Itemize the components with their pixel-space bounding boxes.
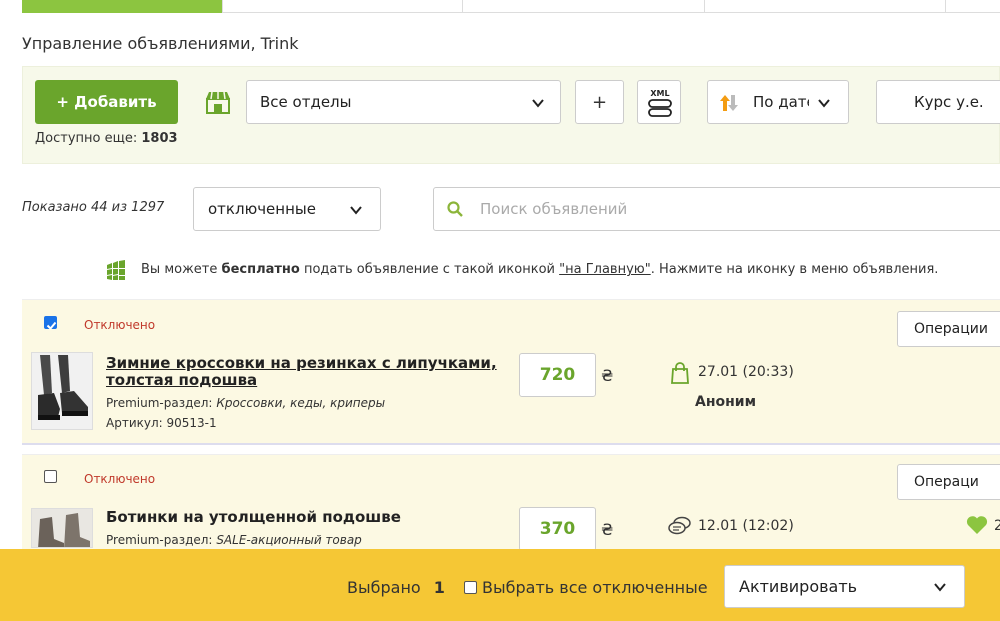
tab-3[interactable] <box>463 0 705 13</box>
listing-section: Premium-раздел: Кроссовки, кеды, криперы <box>106 396 386 410</box>
search-icon <box>447 201 463 217</box>
search-input[interactable]: Поиск объявлений <box>433 187 1000 231</box>
xml-icon: XML <box>648 89 672 117</box>
price-input[interactable]: 720 <box>519 353 596 397</box>
tab-4[interactable] <box>705 0 946 13</box>
listing-checkbox[interactable] <box>44 470 57 483</box>
homepage-link[interactable]: "на Главную" <box>559 262 651 277</box>
select-all-checkbox[interactable] <box>464 581 477 594</box>
boots-image <box>32 509 92 547</box>
listing-title-link[interactable]: Зимние кроссовки на резинках с липучками… <box>106 355 506 389</box>
page-title: Управление объявлениями, Trink <box>22 34 299 53</box>
listing-author: Аноним <box>695 394 757 410</box>
status-badge: Отключено <box>84 318 156 332</box>
listing-thumbnail[interactable] <box>31 508 93 548</box>
operations-button[interactable]: Операции <box>897 311 1000 347</box>
listing-thumbnail[interactable] <box>31 352 93 430</box>
chevron-down-icon <box>532 99 544 108</box>
add-department-button[interactable]: + <box>575 80 624 124</box>
bulk-action-select[interactable]: Активировать <box>724 565 965 608</box>
shown-count: Показано 44 из 1297 <box>22 200 165 215</box>
listing-section: Premium-раздел: SALE-акционный товар <box>106 533 362 547</box>
listing-date: 12.01 (12:02) <box>698 518 794 534</box>
select-all-disabled[interactable]: Выбрать все отключенные <box>464 578 708 597</box>
likes-count: 2 <box>994 518 1000 534</box>
department-select[interactable]: Все отделы <box>246 80 561 124</box>
status-filter-select[interactable]: отключенные <box>193 187 381 231</box>
listing-article: Артикул: 90513-1 <box>106 416 217 430</box>
tab-strip <box>22 0 1000 13</box>
listing-date: 27.01 (20:33) <box>698 364 794 380</box>
shop-icon[interactable] <box>204 88 232 116</box>
sneakers-image <box>32 353 92 429</box>
chat-bubbles-icon <box>668 516 691 535</box>
listing-title-link[interactable]: Ботинки на утолщенной подошве <box>106 509 506 526</box>
tab-active[interactable] <box>22 0 223 13</box>
status-badge: Отключено <box>84 472 156 486</box>
selected-count: Выбрано 1 <box>347 578 445 597</box>
price-input[interactable]: 370 <box>519 507 596 551</box>
homepage-grid-icon <box>107 260 125 280</box>
sort-arrows-icon <box>720 95 738 111</box>
xml-button[interactable]: XML <box>637 80 681 124</box>
currency-rate-button[interactable]: Курс у.е. <box>876 80 1000 124</box>
check-icon <box>46 321 57 330</box>
currency-symbol: ₴ <box>601 520 614 539</box>
listing-checkbox[interactable] <box>44 316 57 330</box>
promo-notice: Вы можете бесплатно подать объявление с … <box>141 262 939 277</box>
tab-2[interactable] <box>223 0 463 13</box>
heart-icon[interactable] <box>966 515 988 535</box>
available-count: Доступно еще: 1803 <box>35 131 178 146</box>
chevron-down-icon <box>350 206 362 215</box>
currency-symbol: ₴ <box>601 366 614 385</box>
shopping-bag-icon <box>671 362 689 384</box>
chevron-down-icon <box>934 583 946 592</box>
operations-button[interactable]: Операци <box>897 464 1000 500</box>
sort-select[interactable]: По дате <box>707 80 849 124</box>
add-listing-button[interactable]: + Добавить <box>35 80 178 124</box>
chevron-down-icon <box>818 99 830 108</box>
svg-text:XML: XML <box>650 89 669 98</box>
